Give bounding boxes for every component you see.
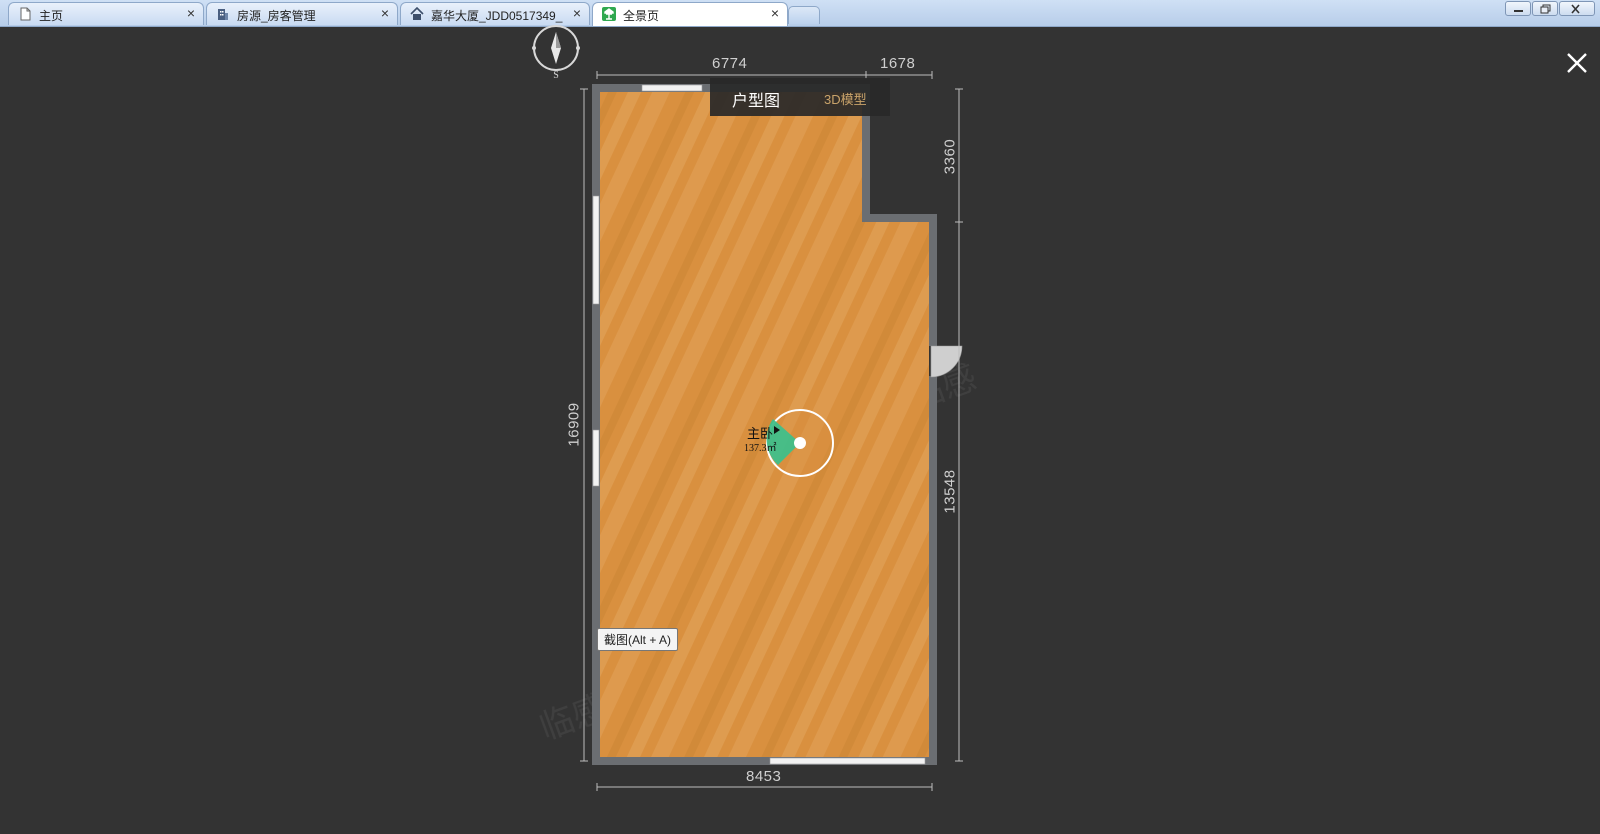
window-left-lower xyxy=(592,429,600,487)
window-left-upper xyxy=(592,195,600,305)
room-area-label: 137.3㎡ xyxy=(744,443,777,454)
tab-3d-model[interactable]: 3D模型 xyxy=(824,89,867,108)
compass-icon[interactable]: S xyxy=(530,24,582,80)
window-top xyxy=(641,84,703,92)
dimension-left: 16909 xyxy=(565,402,583,447)
view-mode-switch: 户型图 3D模型 xyxy=(710,78,890,116)
dimension-bottom: 8453 xyxy=(746,768,782,785)
close-x-icon[interactable] xyxy=(1564,50,1590,76)
dimension-right-lower: 13548 xyxy=(941,469,959,514)
tab-floorplan[interactable]: 户型图 xyxy=(732,87,780,111)
window-bottom xyxy=(769,757,926,765)
floor-plan-canvas[interactable]: 临感 临感 临感 临感 xyxy=(0,0,1600,834)
compass-label: S xyxy=(553,70,559,80)
dimension-right-upper: 3360 xyxy=(941,138,959,175)
dimension-top-right: 1678 xyxy=(880,55,916,72)
screenshot-shortcut-tooltip: 截图(Alt + A) xyxy=(597,628,679,651)
dimension-top-left: 6774 xyxy=(712,55,748,72)
